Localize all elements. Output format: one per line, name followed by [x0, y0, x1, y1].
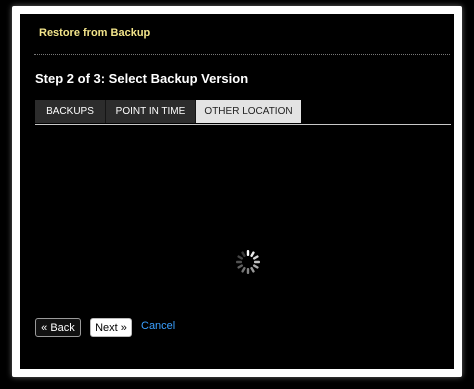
- tab-backups[interactable]: BACKUPS: [35, 100, 106, 123]
- dialog-title: Restore from Backup: [39, 27, 151, 39]
- tab-point-in-time[interactable]: POINT IN TIME: [106, 100, 196, 123]
- back-button[interactable]: « Back: [35, 318, 81, 337]
- tab-other-location[interactable]: OTHER LOCATION: [196, 100, 301, 123]
- title-divider: [34, 54, 450, 55]
- loading-spinner-icon: [236, 250, 260, 274]
- step-heading: Step 2 of 3: Select Backup Version: [35, 71, 249, 86]
- dialog-title-bar: Restore from Backup: [20, 14, 454, 48]
- tab-bar: BACKUPS POINT IN TIME OTHER LOCATION: [35, 100, 451, 125]
- next-button[interactable]: Next »: [90, 318, 132, 337]
- restore-dialog: Restore from Backup Step 2 of 3: Select …: [20, 14, 454, 369]
- cancel-link[interactable]: Cancel: [141, 320, 175, 332]
- dialog-frame: Restore from Backup Step 2 of 3: Select …: [12, 6, 462, 377]
